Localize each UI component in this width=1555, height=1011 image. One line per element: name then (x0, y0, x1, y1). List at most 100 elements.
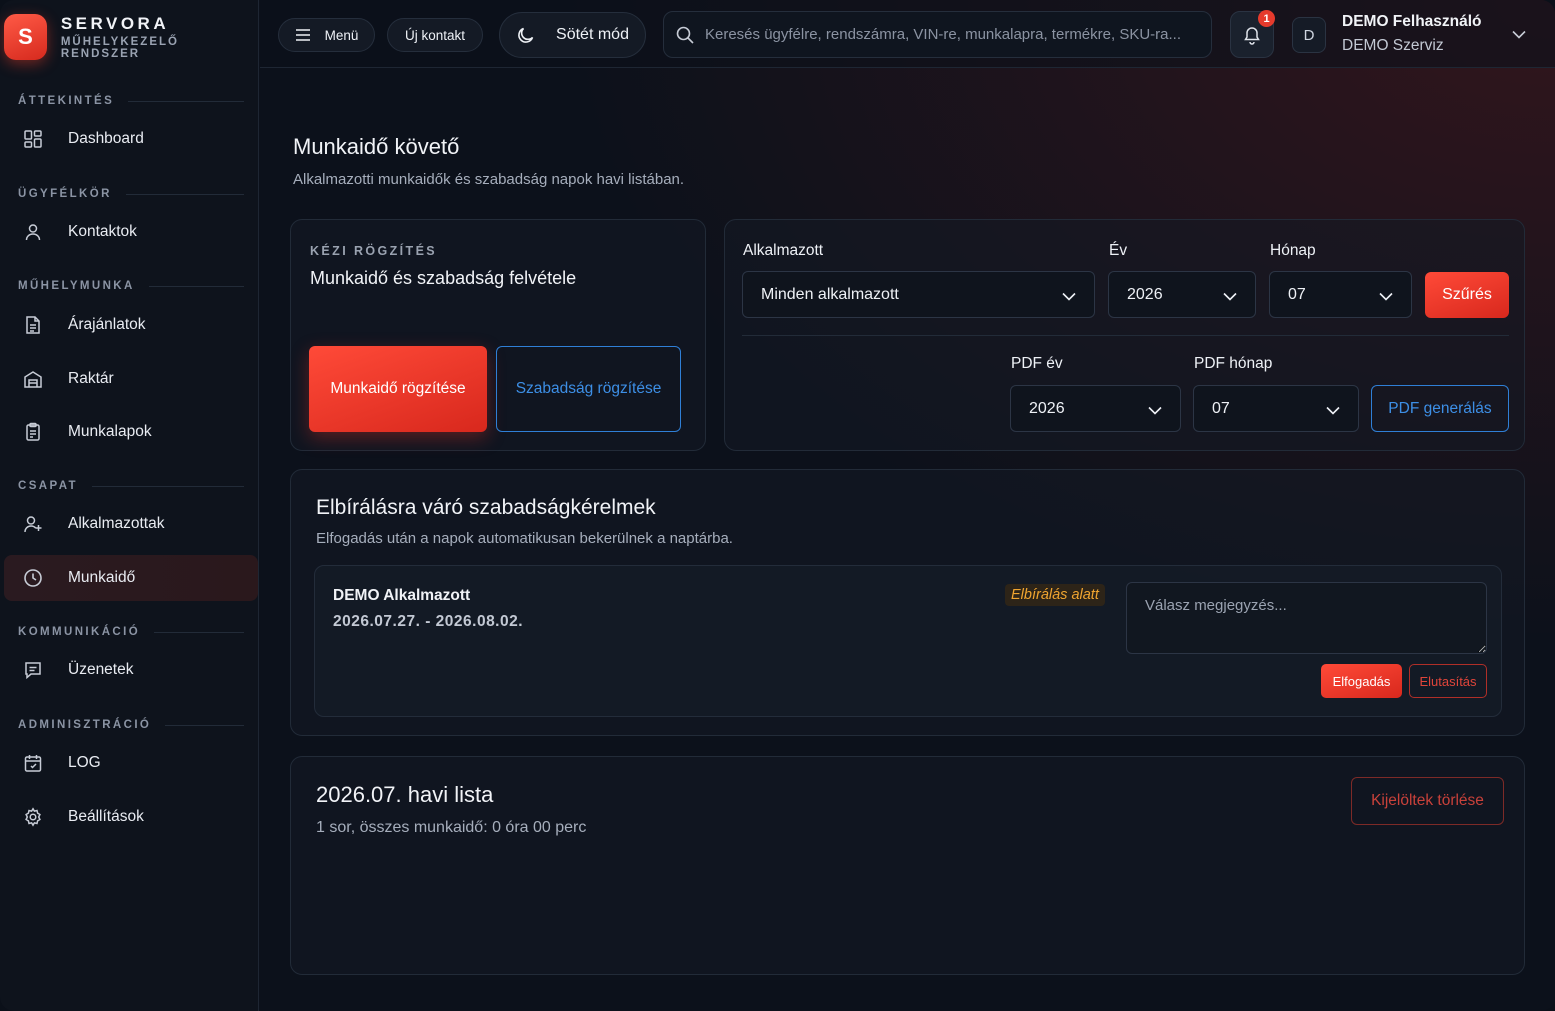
sidebar-item-messages[interactable]: Üzenetek (4, 647, 258, 693)
user-icon (22, 221, 44, 243)
reject-button[interactable]: Elutasítás (1409, 664, 1487, 698)
filter-divider (742, 335, 1509, 336)
section-title: ÜGYFÉLKÖR (18, 188, 112, 200)
sidebar-item-settings[interactable]: Beállítások (4, 794, 258, 840)
sidebar-item-label: LOG (68, 754, 101, 771)
accept-button[interactable]: Elfogadás (1321, 664, 1402, 698)
sidebar-item-label: Alkalmazottak (68, 515, 165, 532)
year-select[interactable]: 2026 (1108, 271, 1256, 318)
page-subtitle: Alkalmazotti munkaidők és szabadság napo… (293, 171, 685, 188)
pdf-generate-button[interactable]: PDF generálás (1371, 385, 1509, 432)
pdf-year-label: PDF év (1011, 355, 1063, 372)
year-label: Év (1109, 242, 1128, 259)
dark-mode-toggle[interactable]: Sötét mód (499, 12, 646, 58)
new-contact-label: Új kontakt (404, 27, 466, 43)
monthly-list-card: 2026.07. havi lista 1 sor, összes munkai… (290, 756, 1525, 975)
user-name: DEMO Felhasználó (1342, 13, 1482, 30)
user-organization: DEMO Szerviz (1342, 37, 1444, 54)
month-label: Hónap (1270, 242, 1316, 259)
topbar: Menü Új kontakt Sötét mód 1 D DEMO Felha… (260, 0, 1555, 68)
pending-requests-title: Elbírálásra váró szabadságkérelmek (316, 496, 656, 519)
global-search[interactable] (663, 11, 1212, 58)
sidebar: S SERVORA MŰHELYKEZELŐ RENDSZER ÁTTEKINT… (0, 0, 259, 1011)
section-title: CSAPAT (18, 480, 78, 492)
pdf-month-label: PDF hónap (1194, 355, 1273, 372)
sidebar-item-warehouse[interactable]: Raktár (4, 356, 258, 402)
status-badge: Elbírálás alatt (1005, 584, 1105, 606)
sidebar-item-quotes[interactable]: Árajánlatok (4, 302, 258, 348)
pdf-year-select-value: 2026 (1029, 399, 1065, 417)
bell-icon (1242, 25, 1262, 45)
search-icon (675, 25, 695, 45)
sidebar-item-label: Üzenetek (68, 661, 134, 678)
delete-selected-button[interactable]: Kijelöltek törlése (1351, 777, 1504, 825)
sidebar-item-dashboard[interactable]: Dashboard (4, 116, 258, 162)
warehouse-icon (22, 368, 44, 390)
chevron-down-icon[interactable] (1512, 26, 1526, 44)
employee-select[interactable]: Minden alkalmazott (742, 271, 1095, 318)
section-title: ÁTTEKINTÉS (18, 95, 115, 107)
new-contact-button[interactable]: Új kontakt (387, 18, 483, 52)
gear-icon (22, 806, 44, 828)
chevron-down-icon (1326, 402, 1340, 420)
pdf-month-select[interactable]: 07 (1193, 385, 1359, 432)
menu-button[interactable]: Menü (278, 18, 375, 52)
chevron-down-icon (1148, 402, 1162, 420)
manual-entry-eyebrow: KÉZI RÖGZÍTÉS (310, 244, 438, 258)
page-title: Munkaidő követő (293, 134, 460, 159)
record-worktime-button[interactable]: Munkaidő rögzítése (309, 346, 487, 432)
clipboard-icon (22, 421, 44, 443)
employee-label: Alkalmazott (743, 242, 824, 259)
moon-icon (516, 25, 536, 45)
brand-subtitle: MŰHELYKEZELŐ RENDSZER (60, 36, 179, 60)
section-workshop: MŰHELYMUNKA (18, 280, 244, 292)
reply-note-input[interactable] (1126, 582, 1487, 654)
document-icon (22, 314, 44, 336)
monthly-list-summary: 1 sor, összes munkaidő: 0 óra 00 perc (316, 819, 587, 836)
sidebar-item-label: Dashboard (68, 130, 144, 147)
sidebar-item-label: Munkaidő (68, 569, 136, 586)
section-admin: ADMINISZTRÁCIÓ (18, 719, 244, 731)
dark-mode-label: Sötét mód (556, 26, 629, 43)
filter-button[interactable]: Szűrés (1425, 272, 1509, 318)
section-communication: KOMMUNIKÁCIÓ (18, 626, 244, 638)
search-input[interactable] (705, 26, 1195, 43)
notification-badge: 1 (1258, 10, 1275, 27)
hamburger-icon (295, 29, 311, 41)
pdf-year-select[interactable]: 2026 (1010, 385, 1181, 432)
brand-logo: S (4, 14, 47, 60)
sidebar-item-label: Munkalapok (68, 423, 152, 440)
record-leave-button[interactable]: Szabadság rögzítése (496, 346, 681, 432)
section-customers: ÜGYFÉLKÖR (18, 188, 244, 200)
month-select[interactable]: 07 (1269, 271, 1412, 318)
request-date-range: 2026.07.27. - 2026.08.02. (333, 613, 524, 630)
employee-select-value: Minden alkalmazott (761, 285, 899, 303)
section-title: ADMINISZTRÁCIÓ (18, 719, 152, 731)
sidebar-item-worktime[interactable]: Munkaidő (4, 555, 258, 601)
message-icon (22, 659, 44, 681)
sidebar-item-employees[interactable]: Alkalmazottak (4, 501, 258, 547)
section-team: CSAPAT (18, 480, 244, 492)
sidebar-item-label: Beállítások (68, 808, 144, 825)
monthly-list-title: 2026.07. havi lista (316, 782, 494, 807)
brand-name: SERVORA (60, 14, 170, 33)
dashboard-icon (22, 128, 44, 150)
sidebar-item-contacts[interactable]: Kontaktok (4, 209, 258, 255)
brand[interactable]: S SERVORA MŰHELYKEZELŐ RENDSZER (4, 12, 258, 62)
menu-label: Menü (324, 27, 359, 43)
notifications-button[interactable]: 1 (1230, 10, 1275, 58)
pending-requests-subtitle: Elfogadás után a napok automatikusan bek… (316, 530, 733, 547)
sidebar-item-log[interactable]: LOG (4, 740, 258, 786)
sidebar-item-label: Kontaktok (68, 223, 137, 240)
request-employee: DEMO Alkalmazott (333, 587, 471, 604)
chevron-down-icon (1062, 288, 1076, 306)
month-select-value: 07 (1288, 285, 1306, 303)
avatar[interactable]: D (1292, 17, 1326, 53)
sidebar-item-worksheets[interactable]: Munkalapok (4, 409, 258, 455)
year-select-value: 2026 (1127, 285, 1163, 303)
sidebar-item-label: Raktár (68, 370, 114, 387)
chevron-down-icon (1379, 288, 1393, 306)
section-title: MŰHELYMUNKA (18, 280, 135, 292)
clock-icon (22, 567, 44, 589)
user-plus-icon (22, 513, 44, 535)
